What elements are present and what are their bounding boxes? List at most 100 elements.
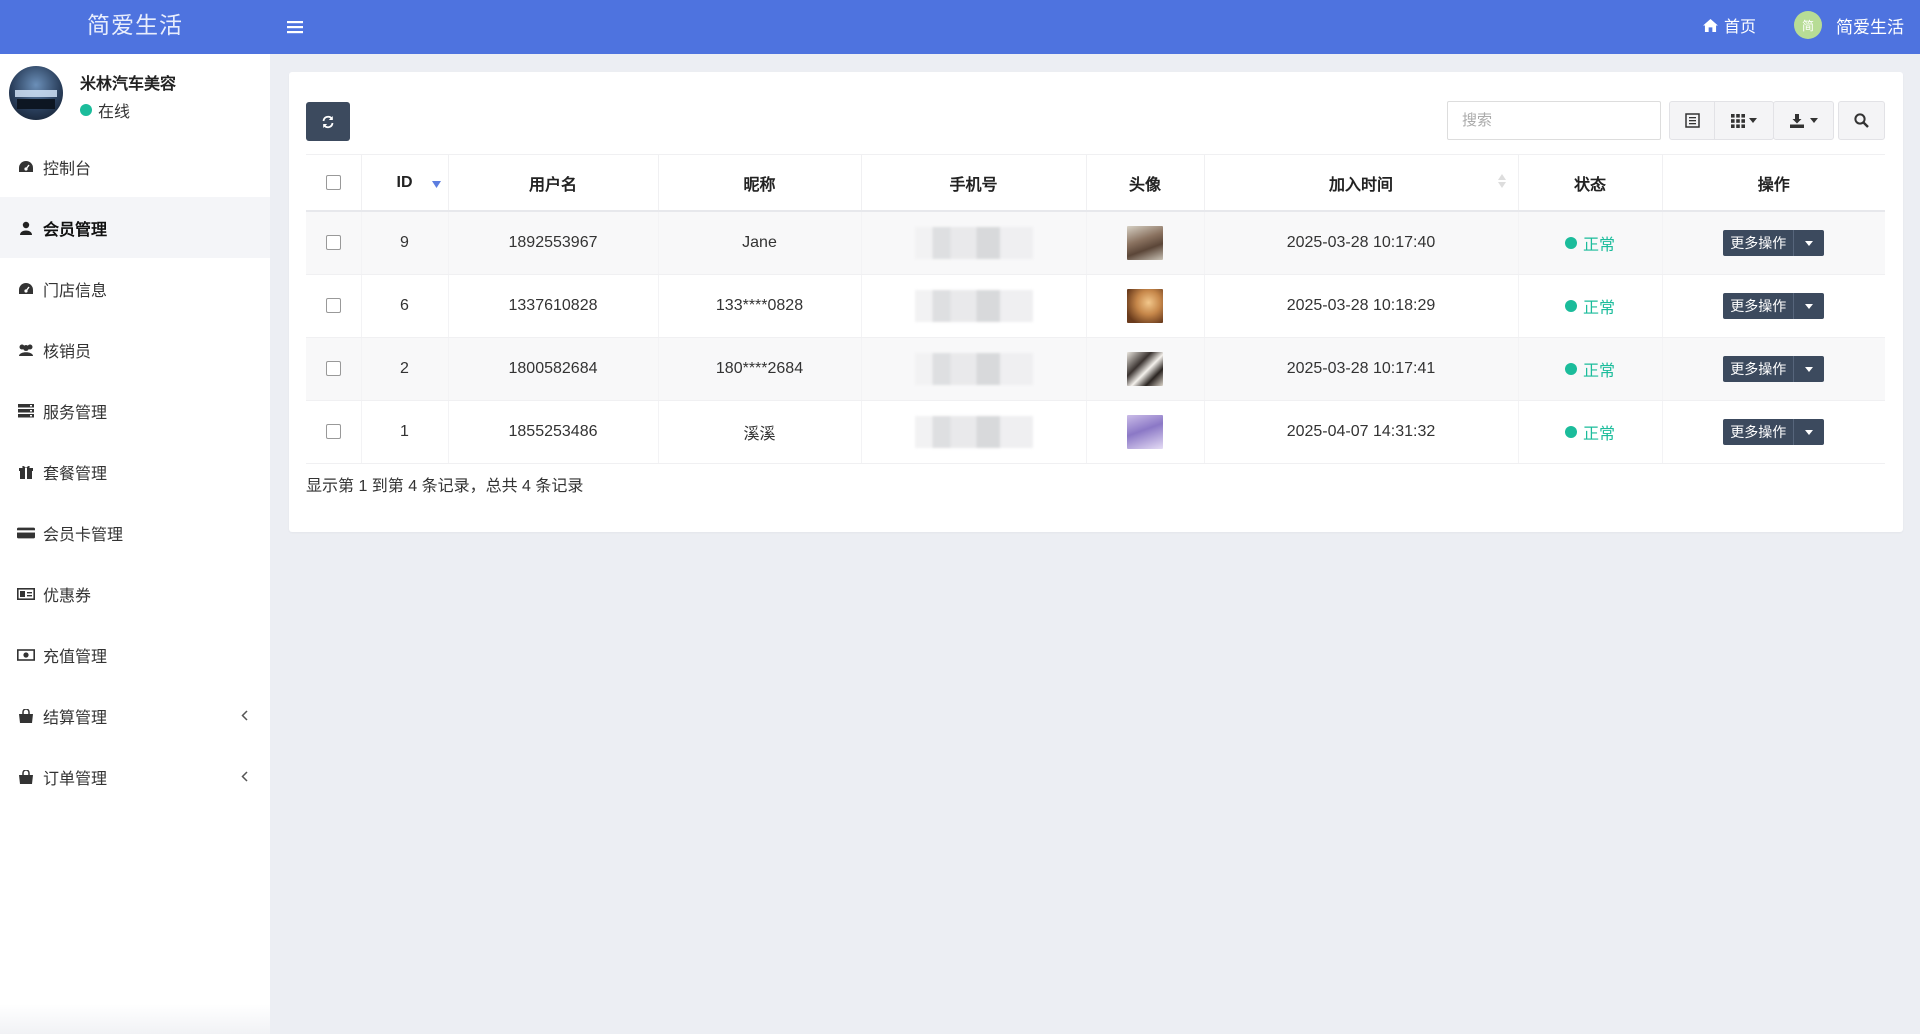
column-header-status: 状态: [1518, 155, 1662, 212]
avatar: 简: [1794, 11, 1822, 39]
blurred-phone: [915, 227, 1033, 259]
sidebar-item-label: 套餐管理: [43, 460, 107, 484]
top-header: 简爱生活 首页 简 简爱生活: [0, 0, 1920, 54]
list-icon: [1685, 113, 1700, 128]
cell-join-time: 2025-03-28 10:18:29: [1204, 275, 1518, 338]
status-badge: 正常: [1565, 231, 1615, 255]
download-icon: [1790, 114, 1806, 128]
avatar-thumbnail[interactable]: [1127, 352, 1163, 386]
select-all-checkbox[interactable]: [326, 175, 341, 190]
sidebar-item-services[interactable]: 服务管理: [0, 380, 270, 441]
sidebar-item-label: 核销员: [43, 338, 91, 362]
cell-actions: 更多操作: [1662, 338, 1885, 401]
cell-join-time: 2025-04-07 14:31:32: [1204, 401, 1518, 464]
sidebar-menu: 控制台 会员管理 门店信息 核销员 服务管理: [0, 136, 270, 807]
user-menu[interactable]: 简 简爱生活: [1794, 11, 1904, 39]
avatar-thumbnail[interactable]: [1127, 226, 1163, 260]
sidebar-item-label: 会员卡管理: [43, 521, 123, 545]
sidebar-item-members[interactable]: 会员管理: [0, 197, 270, 258]
more-actions-button[interactable]: 更多操作: [1723, 230, 1824, 256]
row-checkbox[interactable]: [326, 235, 341, 250]
select-all-header: [306, 155, 361, 212]
cell-status: 正常: [1518, 275, 1662, 338]
refresh-button[interactable]: [306, 102, 350, 141]
id-card-icon: [17, 585, 35, 603]
caret-down-icon: [1749, 118, 1757, 123]
cell-username: 1337610828: [448, 275, 658, 338]
column-header-username: 用户名: [448, 155, 658, 212]
more-actions-button[interactable]: 更多操作: [1723, 356, 1824, 382]
cell-id: 6: [361, 275, 448, 338]
table-row[interactable]: 9 1892553967 Jane 2025-03-28 10:17:40 正常…: [306, 211, 1885, 275]
avatar-thumbnail[interactable]: [1127, 415, 1163, 449]
row-checkbox[interactable]: [326, 298, 341, 313]
row-checkbox[interactable]: [326, 361, 341, 376]
sidebar-item-packages[interactable]: 套餐管理: [0, 441, 270, 502]
caret-down-icon: [1810, 118, 1818, 123]
home-link[interactable]: 首页: [1703, 13, 1756, 37]
row-checkbox[interactable]: [326, 424, 341, 439]
sidebar-item-store-info[interactable]: 门店信息: [0, 258, 270, 319]
table-row[interactable]: 1 1855253486 溪溪 2025-04-07 14:31:32 正常 更…: [306, 401, 1885, 464]
sidebar-item-dashboard[interactable]: 控制台: [0, 136, 270, 197]
column-header-id[interactable]: ID: [361, 155, 448, 212]
table-header-row: ID 用户名 昵称 手机号 头像 加入时间 状态 操作: [306, 155, 1885, 212]
caret-down-icon: [1794, 419, 1824, 445]
cell-join-time: 2025-03-28 10:17:40: [1204, 211, 1518, 275]
caret-down-icon: [1794, 293, 1824, 319]
advanced-search-button[interactable]: [1838, 101, 1885, 140]
sidebar-footer: [0, 1004, 270, 1034]
sidebar: 米林汽车美容 在线 控制台 会员管理 门店信息: [0, 54, 271, 1034]
caret-down-icon: [1794, 230, 1824, 256]
toggle-view-button[interactable]: [1669, 101, 1715, 140]
column-header-nickname: 昵称: [658, 155, 861, 212]
app-logo[interactable]: 简爱生活: [0, 0, 270, 54]
cell-phone: [861, 401, 1086, 464]
blurred-phone: [915, 353, 1033, 385]
cell-actions: 更多操作: [1662, 211, 1885, 275]
table-row[interactable]: 2 1800582684 180****2684 2025-03-28 10:1…: [306, 338, 1885, 401]
money-icon: [17, 646, 35, 664]
status-dot-icon: [1565, 237, 1577, 249]
user-name: 简爱生活: [1836, 13, 1904, 38]
export-dropdown-button[interactable]: [1773, 101, 1834, 140]
shopping-bag-icon: [17, 707, 35, 725]
table-row[interactable]: 6 1337610828 133****0828 2025-03-28 10:1…: [306, 275, 1885, 338]
sidebar-item-coupons[interactable]: 优惠券: [0, 563, 270, 624]
refresh-icon: [321, 115, 335, 129]
cell-actions: 更多操作: [1662, 401, 1885, 464]
column-header-join-time[interactable]: 加入时间: [1204, 155, 1518, 212]
avatar-thumbnail[interactable]: [1127, 289, 1163, 323]
cell-nickname: 溪溪: [658, 401, 861, 464]
status-badge: 正常: [1565, 294, 1615, 318]
sidebar-item-recharge[interactable]: 充值管理: [0, 624, 270, 685]
member-list-panel: ID 用户名 昵称 手机号 头像 加入时间 状态 操作 9 1892553: [289, 72, 1903, 532]
column-header-avatar: 头像: [1086, 155, 1204, 212]
more-actions-button[interactable]: 更多操作: [1723, 419, 1824, 445]
cell-avatar: [1086, 211, 1204, 275]
dashboard-icon: [17, 280, 35, 298]
columns-dropdown-button[interactable]: [1714, 101, 1774, 140]
cell-nickname: 133****0828: [658, 275, 861, 338]
search-input[interactable]: [1447, 101, 1661, 140]
cell-username: 1892553967: [448, 211, 658, 275]
chevron-left-icon: [241, 708, 248, 726]
home-icon: [1703, 19, 1718, 32]
cell-phone: [861, 211, 1086, 275]
more-actions-button[interactable]: 更多操作: [1723, 293, 1824, 319]
sort-icon: [1498, 173, 1506, 189]
cell-nickname: 180****2684: [658, 338, 861, 401]
sidebar-item-label: 优惠券: [43, 582, 91, 606]
cell-status: 正常: [1518, 211, 1662, 275]
sidebar-item-label: 订单管理: [43, 765, 107, 789]
sidebar-item-member-cards[interactable]: 会员卡管理: [0, 502, 270, 563]
sidebar-toggle-button[interactable]: [282, 14, 308, 40]
sidebar-item-verifiers[interactable]: 核销员: [0, 319, 270, 380]
status-dot-icon: [1565, 363, 1577, 375]
member-table: ID 用户名 昵称 手机号 头像 加入时间 状态 操作 9 1892553: [306, 154, 1885, 464]
server-icon: [17, 402, 35, 420]
sidebar-item-orders[interactable]: 订单管理: [0, 746, 270, 807]
menu-icon: [287, 20, 303, 34]
sidebar-item-settlement[interactable]: 结算管理: [0, 685, 270, 746]
cell-status: 正常: [1518, 338, 1662, 401]
